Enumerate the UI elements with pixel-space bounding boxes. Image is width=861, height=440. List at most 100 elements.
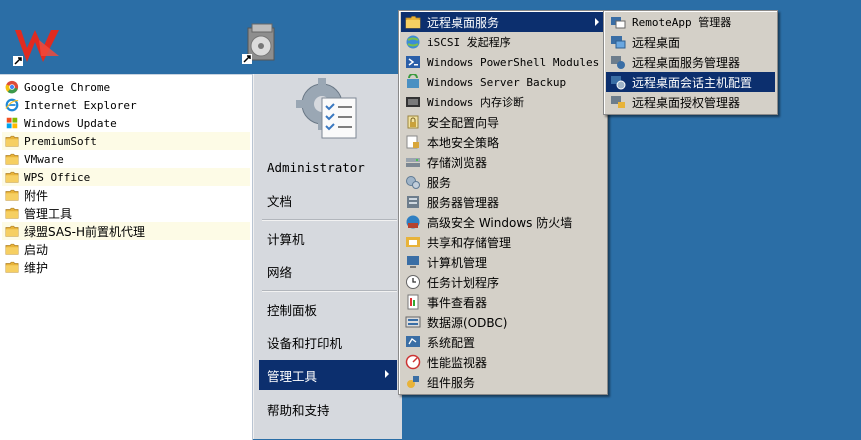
program-item[interactable]: PremiumSoft <box>2 132 250 150</box>
computer-management-icon <box>405 254 421 270</box>
admin_menu-item-label: 本地安全策略 <box>427 135 500 150</box>
admin_menu-item[interactable]: Windows 内存诊断 <box>401 92 605 112</box>
admin_menu-item[interactable]: 系统配置 <box>401 332 605 352</box>
folder-icon <box>5 260 19 274</box>
rds-submenu: RemoteApp 管理器 远程桌面远程桌面服务管理器 远程桌面会话主机配置 远程桌面… <box>603 10 778 115</box>
rds_menu-item-label: 远程桌面授权管理器 <box>632 95 741 110</box>
start-item-control-panel[interactable]: 控制面板 <box>259 294 397 324</box>
admin_menu-item[interactable]: 事件查看器 <box>401 292 605 312</box>
admin_menu-item[interactable]: 性能监视器 <box>401 352 605 372</box>
admin_menu-item[interactable]: 任务计划程序 <box>401 272 605 292</box>
admin_menu-item[interactable]: iSCSI 发起程序 <box>401 32 605 52</box>
admin_menu-item-label: 性能监视器 <box>427 355 488 370</box>
admin_menu-item[interactable]: 服务 <box>401 172 605 192</box>
rds_menu-item-label: 远程桌面会话主机配置 <box>632 75 753 90</box>
odbc-icon <box>405 314 421 330</box>
admin_menu-item[interactable]: 数据源(ODBC) <box>401 312 605 332</box>
rds_menu-item[interactable]: 远程桌面服务管理器 <box>606 52 775 72</box>
backup-icon <box>405 73 421 90</box>
admin_menu-item[interactable]: 计算机管理 <box>401 252 605 272</box>
services-icon <box>405 174 421 190</box>
rds_menu-item[interactable]: 远程桌面 <box>606 32 775 52</box>
start-separator <box>262 290 397 292</box>
rds_menu-item[interactable]: 远程桌面授权管理器 <box>606 92 775 112</box>
component-services-icon <box>405 374 421 390</box>
rds_menu-item[interactable]: 远程桌面会话主机配置 <box>606 72 775 92</box>
wps-desktop-icon[interactable] <box>11 26 63 70</box>
program-item-label: 维护 <box>24 260 49 275</box>
admin_menu-item[interactable]: 服务器管理器 <box>401 192 605 212</box>
folder-icon <box>5 188 19 202</box>
windows-update-icon <box>5 116 19 130</box>
chevron-right-icon <box>385 370 389 378</box>
program-item[interactable]: WPS Office <box>2 168 250 186</box>
rds_menu-item-label: RemoteApp 管理器 <box>632 16 732 29</box>
admin_menu-item[interactable]: 组件服务 <box>401 372 605 392</box>
program-item[interactable]: 附件 <box>2 186 250 204</box>
admin_menu-item[interactable]: 本地安全策略 <box>401 132 605 152</box>
folder-icon <box>405 14 421 30</box>
remote-desktop-icon <box>610 34 626 50</box>
event-viewer-icon <box>405 294 421 310</box>
rds_menu-item-label: 远程桌面服务管理器 <box>632 55 741 70</box>
start-user-name[interactable]: Administrator <box>259 152 397 182</box>
folder-icon <box>5 152 19 166</box>
program-item[interactable]: 绿盟SAS-H前置机代理 <box>2 222 250 240</box>
start-item-documents[interactable]: 文档 <box>259 185 397 215</box>
admin_menu-item-label: 服务 <box>427 175 452 190</box>
server-manager-icon <box>405 194 421 210</box>
chrome-icon <box>5 80 19 94</box>
performance-monitor-icon <box>405 354 421 370</box>
folder-icon <box>5 170 19 184</box>
program-item[interactable]: 启动 <box>2 240 250 258</box>
admin_menu-item-label: 计算机管理 <box>427 255 488 270</box>
folder-icon <box>5 224 19 238</box>
program-item-label: 绿盟SAS-H前置机代理 <box>24 224 146 239</box>
iscsi-icon <box>405 34 421 50</box>
folder-icon <box>5 206 19 220</box>
admin_menu-item-label: Windows PowerShell Modules <box>427 55 600 69</box>
admin_menu-item[interactable]: Windows PowerShell Modules <box>401 52 605 72</box>
start-right-column: Administrator 文档 计算机 网络 控制面板 设备和打印机 管理工具… <box>253 74 402 439</box>
start-separator <box>262 219 397 221</box>
rds_menu-item-label: 远程桌面 <box>632 35 681 50</box>
start-item-admin-tools[interactable]: 管理工具 <box>259 360 397 390</box>
start-item-help[interactable]: 帮助和支持 <box>259 394 397 424</box>
program-item-label: 启动 <box>24 242 49 257</box>
share-storage-icon <box>405 234 421 250</box>
start-item-computer[interactable]: 计算机 <box>259 223 397 253</box>
start-item-network[interactable]: 网络 <box>259 256 397 286</box>
program-item[interactable]: VMware <box>2 150 250 168</box>
admin-tools-picture <box>296 78 360 142</box>
program-item-label: Internet Explorer <box>24 98 137 112</box>
program-item[interactable]: Google Chrome <box>2 78 250 96</box>
program-item[interactable]: Windows Update <box>2 114 250 132</box>
start-item-devices-printers[interactable]: 设备和打印机 <box>259 327 397 357</box>
rds_menu-item[interactable]: RemoteApp 管理器 <box>606 12 775 32</box>
admin_menu-item-label: 存储浏览器 <box>427 155 488 170</box>
wps-logo-icon <box>13 30 59 66</box>
security-wizard-icon <box>405 114 421 130</box>
system-config-icon <box>405 334 421 350</box>
admin_menu-item[interactable]: Windows Server Backup <box>401 72 605 92</box>
admin_menu-item-label: 远程桌面服务 <box>427 15 500 30</box>
admin_menu-item[interactable]: 安全配置向导 <box>401 112 605 132</box>
admin_menu-item-label: iSCSI 发起程序 <box>427 36 511 49</box>
admin_menu-item[interactable]: 存储浏览器 <box>401 152 605 172</box>
admin_menu-item[interactable]: 高级安全 Windows 防火墙 <box>401 212 605 232</box>
admin_menu-item[interactable]: 远程桌面服务 <box>401 12 605 32</box>
installer-desktop-icon[interactable] <box>242 22 282 68</box>
storage-explorer-icon <box>405 154 421 170</box>
program-item[interactable]: 管理工具 <box>2 204 250 222</box>
remoteapp-icon <box>610 14 626 30</box>
program-item-label: VMware <box>24 152 64 166</box>
session-host-config-icon <box>610 74 626 90</box>
admin_menu-item[interactable]: 共享和存储管理 <box>401 232 605 252</box>
task-scheduler-icon <box>405 274 421 290</box>
admin_menu-item-label: 安全配置向导 <box>427 115 500 130</box>
program-item-label: PremiumSoft <box>24 134 97 148</box>
installer-box-icon <box>242 23 275 64</box>
program-item[interactable]: Internet Explorer <box>2 96 250 114</box>
program-item[interactable]: 维护 <box>2 258 250 276</box>
admin_menu-item-label: 数据源(ODBC) <box>427 315 508 330</box>
